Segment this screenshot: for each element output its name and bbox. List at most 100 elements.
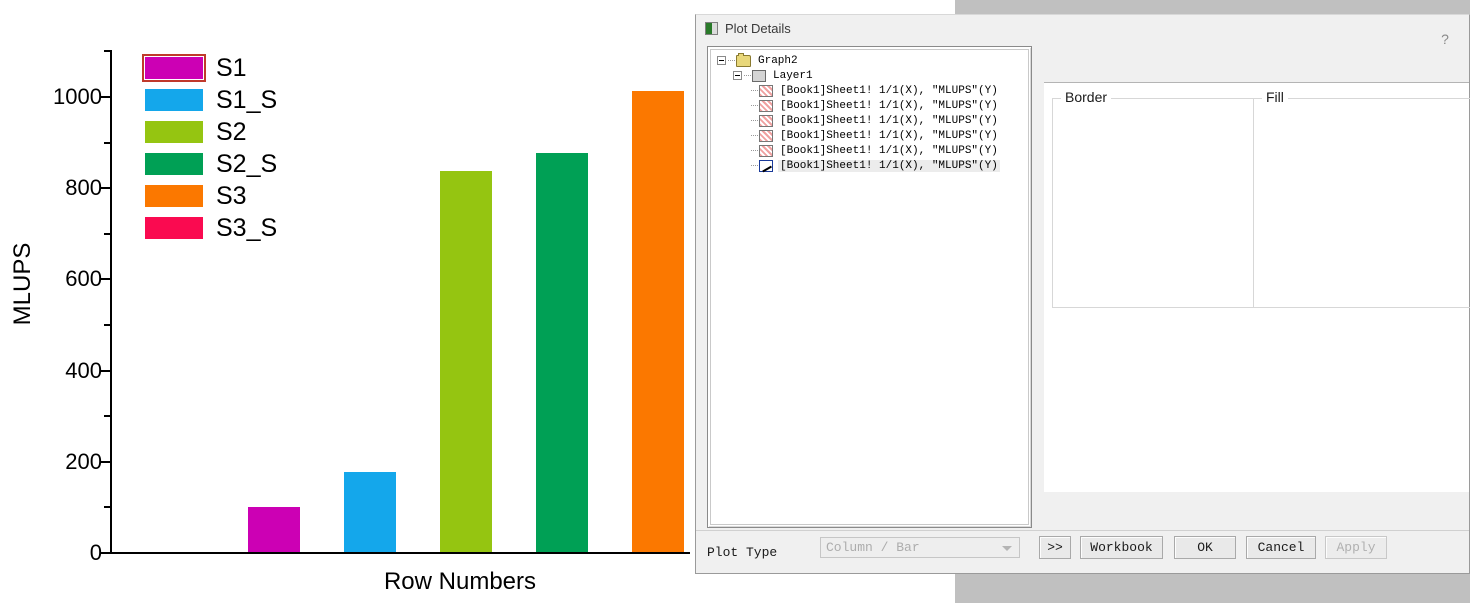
- plot-type-label: Plot Type: [707, 545, 777, 560]
- y-axis-minor-tick: [104, 506, 110, 508]
- plot-type-value: Column / Bar: [826, 540, 920, 555]
- y-axis-tick-label: 1000: [53, 86, 102, 108]
- y-axis-tick-label: 800: [65, 177, 102, 199]
- tree-connector: [728, 60, 735, 62]
- tree-item-graph2[interactable]: Graph2: [715, 53, 1024, 68]
- cancel-button[interactable]: Cancel: [1246, 536, 1316, 559]
- tree-item-plot-3[interactable]: [Book1]Sheet1! 1/1(X), "MLUPS"(Y): [715, 113, 1024, 128]
- legend-item-s2[interactable]: S2: [142, 116, 342, 148]
- tree-item-plot-5[interactable]: [Book1]Sheet1! 1/1(X), "MLUPS"(Y): [715, 143, 1024, 158]
- y-axis-tick-label: 200: [65, 451, 102, 473]
- x-axis-title: Row Numbers: [250, 568, 670, 596]
- y-axis-minor-tick: [104, 142, 110, 144]
- border-group: Border: [1052, 98, 1254, 308]
- y-axis-tick: [101, 552, 110, 554]
- chevron-down-icon: [1002, 546, 1012, 551]
- legend-item-s1_s[interactable]: S1_S: [142, 84, 342, 116]
- y-axis-minor-tick: [104, 415, 110, 417]
- tree-item-label: [Book1]Sheet1! 1/1(X), "MLUPS"(Y): [778, 100, 1000, 112]
- y-axis-tick: [101, 461, 110, 463]
- tree-connector: [744, 75, 751, 77]
- chart-legend[interactable]: S1 S1_S S2 S2_S S3 S3_S: [142, 52, 342, 244]
- x-axis-line: [110, 552, 690, 554]
- legend-swatch: [145, 89, 203, 111]
- bar-s1[interactable]: [248, 507, 300, 552]
- plot-icon: [759, 160, 773, 172]
- bar-s1_s[interactable]: [344, 472, 396, 552]
- tree-connector: [751, 90, 758, 92]
- legend-label: S1: [216, 56, 247, 81]
- plot-tree[interactable]: Graph2 Layer1 [Book1]Sheet1! 1/1(X), "MLUP…: [710, 49, 1029, 525]
- legend-swatch-wrap[interactable]: [142, 118, 206, 146]
- tree-expander-icon[interactable]: [733, 71, 742, 80]
- plot-tree-panel[interactable]: Graph2 Layer1 [Book1]Sheet1! 1/1(X), "MLUP…: [707, 46, 1032, 528]
- layer-icon: [752, 70, 766, 82]
- tree-expander-icon[interactable]: [717, 56, 726, 65]
- dialog-titlebar[interactable]: Plot Details: [696, 15, 1469, 42]
- plot-icon: [759, 100, 773, 112]
- y-axis-title: MLUPS: [9, 219, 37, 349]
- y-axis-tick: [101, 278, 110, 280]
- bar-s3[interactable]: [632, 91, 684, 552]
- tree-item-label: Graph2: [756, 55, 800, 67]
- legend-item-s2_s[interactable]: S2_S: [142, 148, 342, 180]
- legend-item-s3_s[interactable]: S3_S: [142, 212, 342, 244]
- plot-icon: [759, 115, 773, 127]
- legend-label: S2: [216, 120, 247, 145]
- legend-label: S3_S: [216, 216, 277, 241]
- tree-item-label: Layer1: [771, 70, 815, 82]
- plot-icon: [759, 130, 773, 142]
- tree-item-plot-1[interactable]: [Book1]Sheet1! 1/1(X), "MLUPS"(Y): [715, 83, 1024, 98]
- apply-button: Apply: [1325, 536, 1387, 559]
- legend-item-s3[interactable]: S3: [142, 180, 342, 212]
- legend-swatch: [145, 121, 203, 143]
- legend-swatch-wrap[interactable]: [142, 86, 206, 114]
- tree-item-plot-2[interactable]: [Book1]Sheet1! 1/1(X), "MLUPS"(Y): [715, 98, 1024, 113]
- legend-swatch: [145, 153, 203, 175]
- fill-group-label: Fill: [1262, 89, 1288, 105]
- legend-swatch-wrap[interactable]: [142, 150, 206, 178]
- border-group-label: Border: [1061, 89, 1111, 105]
- plot-icon: [759, 145, 773, 157]
- workbook-button[interactable]: Workbook: [1080, 536, 1163, 559]
- legend-item-s1[interactable]: S1: [142, 52, 342, 84]
- tree-connector: [751, 165, 758, 167]
- tree-connector: [751, 105, 758, 107]
- tree-item-plot-6[interactable]: [Book1]Sheet1! 1/1(X), "MLUPS"(Y): [715, 158, 1024, 173]
- y-axis-tick-label: 400: [65, 360, 102, 382]
- legend-swatch-wrap[interactable]: [142, 54, 206, 82]
- legend-swatch-wrap[interactable]: [142, 182, 206, 210]
- y-axis-minor-tick: [104, 324, 110, 326]
- y-axis-minor-tick: [104, 233, 110, 235]
- tree-item-layer1[interactable]: Layer1: [715, 68, 1024, 83]
- tree-connector: [751, 150, 758, 152]
- legend-swatch: [145, 185, 203, 207]
- plot-details-icon: [705, 22, 718, 35]
- y-axis-tick: [101, 187, 110, 189]
- y-axis-tick-label: 600: [65, 268, 102, 290]
- plot-icon: [759, 85, 773, 97]
- legend-label: S2_S: [216, 152, 277, 177]
- ok-button[interactable]: OK: [1174, 536, 1236, 559]
- tree-connector: [751, 135, 758, 137]
- y-axis-tick: [101, 370, 110, 372]
- tree-item-label: [Book1]Sheet1! 1/1(X), "MLUPS"(Y): [778, 145, 1000, 157]
- folder-icon: [736, 55, 751, 67]
- bar-s2[interactable]: [440, 171, 492, 552]
- tree-item-label: [Book1]Sheet1! 1/1(X), "MLUPS"(Y): [778, 130, 1000, 142]
- tree-item-label: [Book1]Sheet1! 1/1(X), "MLUPS"(Y): [778, 85, 1000, 97]
- bar-chart: 02004006008001000 MLUPS Row Numbers S1S1…: [0, 0, 700, 603]
- help-icon[interactable]: ?: [1437, 31, 1453, 47]
- plot-type-combo: Column / Bar: [820, 537, 1020, 558]
- tree-item-plot-4[interactable]: [Book1]Sheet1! 1/1(X), "MLUPS"(Y): [715, 128, 1024, 143]
- expand-button[interactable]: >>: [1039, 536, 1071, 559]
- legend-swatch-wrap[interactable]: [142, 214, 206, 242]
- dialog-footer: Plot Type Column / Bar >> Workbook OK Ca…: [696, 530, 1469, 573]
- y-axis-tick-label: 0: [90, 542, 102, 564]
- y-axis-minor-tick: [104, 50, 110, 52]
- bar-s2_s[interactable]: [536, 153, 588, 552]
- tree-item-label: [Book1]Sheet1! 1/1(X), "MLUPS"(Y): [778, 115, 1000, 127]
- dialog-title: Plot Details: [725, 21, 791, 36]
- legend-label: S1_S: [216, 88, 277, 113]
- legend-swatch: [145, 217, 203, 239]
